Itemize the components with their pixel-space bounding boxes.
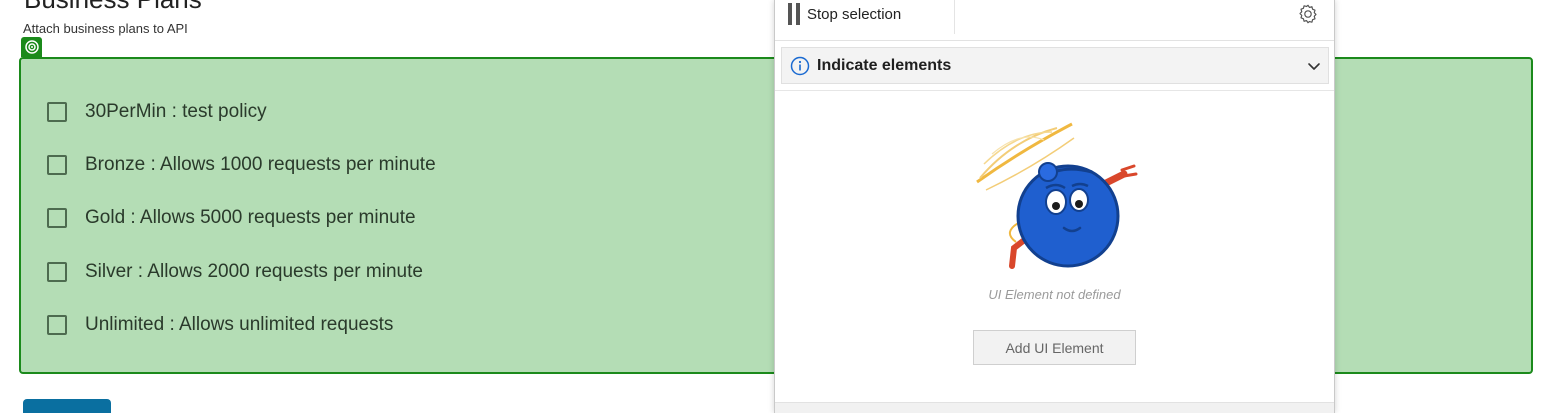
robot-mascot-illustration bbox=[976, 122, 1138, 269]
indicate-elements-header[interactable]: Indicate elements bbox=[781, 47, 1329, 84]
info-icon bbox=[790, 56, 810, 76]
plan-label: Bronze : Allows 1000 requests per minute bbox=[85, 154, 436, 175]
gear-icon[interactable] bbox=[1297, 3, 1319, 25]
plan-row[interactable]: Bronze : Allows 1000 requests per minute bbox=[47, 152, 436, 178]
plan-checkbox-silver[interactable] bbox=[47, 262, 67, 282]
stop-selection-button[interactable]: Stop selection bbox=[807, 6, 901, 23]
selection-panel: Stop selection Indicate elements UI Elem… bbox=[774, 0, 1335, 413]
page-subtitle: Attach business plans to API bbox=[23, 21, 188, 36]
plan-label: Unlimited : Allows unlimited requests bbox=[85, 314, 394, 335]
divider bbox=[775, 90, 1334, 91]
panel-footer bbox=[775, 402, 1334, 413]
plan-checkbox-gold[interactable] bbox=[47, 208, 67, 228]
toolbar-divider bbox=[954, 0, 955, 34]
plan-row[interactable]: 30PerMin : test policy bbox=[47, 99, 267, 125]
plan-label: 30PerMin : test policy bbox=[85, 101, 267, 122]
plan-checkbox-bronze[interactable] bbox=[47, 155, 67, 175]
plan-row[interactable]: Silver : Allows 2000 requests per minute bbox=[47, 259, 423, 285]
plan-checkbox-unlimited[interactable] bbox=[47, 315, 67, 335]
plan-checkbox-30permin[interactable] bbox=[47, 102, 67, 122]
plan-row[interactable]: Unlimited : Allows unlimited requests bbox=[47, 312, 393, 338]
primary-button[interactable] bbox=[23, 399, 111, 413]
target-icon bbox=[21, 37, 42, 57]
pause-icon[interactable] bbox=[788, 3, 800, 25]
chevron-down-icon[interactable] bbox=[1306, 58, 1322, 74]
plan-label: Gold : Allows 5000 requests per minute bbox=[85, 207, 416, 228]
add-ui-element-button[interactable]: Add UI Element bbox=[973, 330, 1136, 365]
empty-state-text: UI Element not defined bbox=[988, 287, 1121, 302]
plan-label: Silver : Allows 2000 requests per minute bbox=[85, 261, 423, 282]
plan-row[interactable]: Gold : Allows 5000 requests per minute bbox=[47, 205, 416, 231]
section-title: Indicate elements bbox=[817, 57, 952, 74]
panel-toolbar: Stop selection bbox=[775, 0, 1334, 41]
page-title: Business Plans bbox=[24, 0, 202, 15]
